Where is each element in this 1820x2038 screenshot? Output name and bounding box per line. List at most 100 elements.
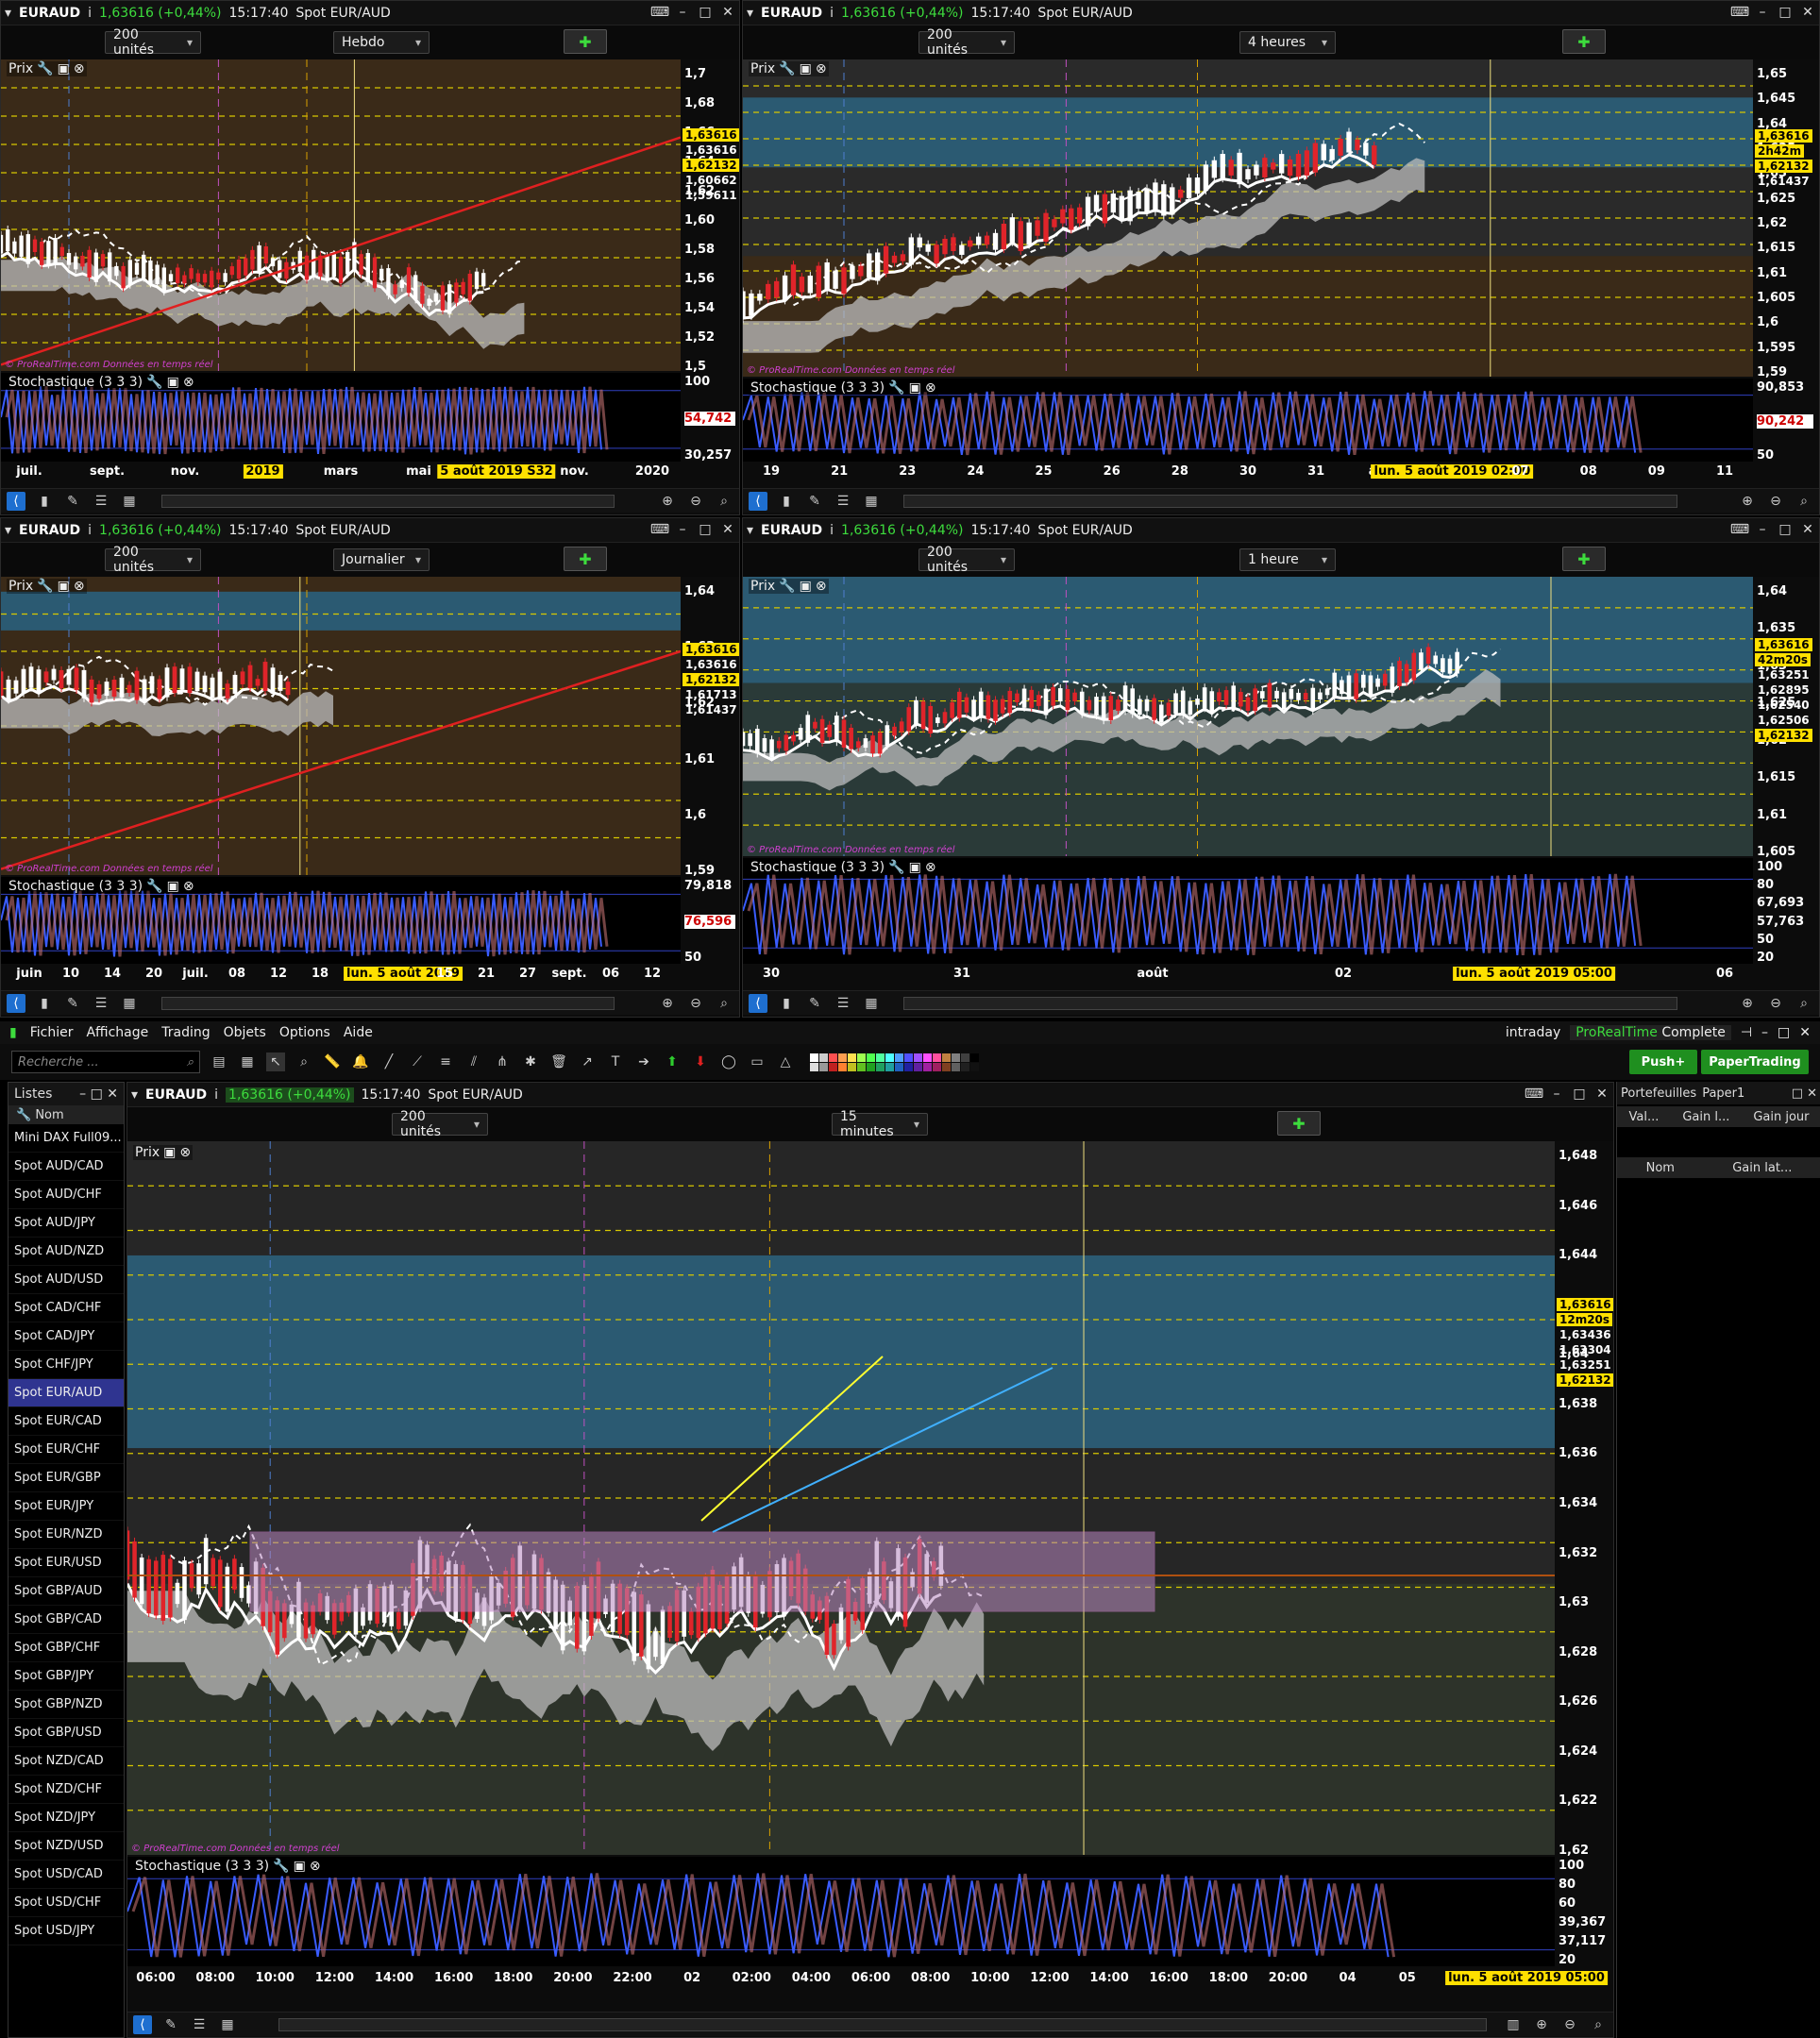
info-icon[interactable]: ⅰ [214, 1087, 218, 1103]
watchlist-item[interactable]: Spot AUD/CHF [8, 1181, 124, 1209]
watchlist-item[interactable]: Spot AUD/USD [8, 1266, 124, 1294]
watchlist-item[interactable]: Spot GBP/CAD [8, 1606, 124, 1634]
time-scrollbar[interactable] [161, 495, 615, 508]
channel-tool-icon[interactable]: ⫽ [464, 1053, 483, 1071]
watchlist-item[interactable]: Spot GBP/JPY [8, 1662, 124, 1691]
zoom-reset-icon[interactable]: ⌕ [715, 492, 733, 511]
units-select[interactable]: 200 unités [392, 1109, 488, 1139]
zoom-reset-icon[interactable]: ⌕ [1795, 994, 1813, 1013]
watchlist-item[interactable]: Spot NZD/CAD [8, 1747, 124, 1776]
watchlist-item[interactable]: Spot USD/CHF [8, 1889, 124, 1917]
watchlist-item[interactable]: Spot AUD/JPY [8, 1209, 124, 1238]
zoom-reset-icon[interactable]: ⌕ [1589, 2015, 1608, 2034]
minimize-icon[interactable]: – [1547, 1085, 1566, 1103]
paper-tab[interactable]: Paper1 [1702, 1086, 1744, 1101]
arrow-right-icon[interactable]: ➔ [634, 1053, 653, 1071]
maximize-icon[interactable]: □ [1570, 1085, 1589, 1103]
minimize-icon[interactable]: – [1753, 520, 1772, 539]
zoom-out-icon[interactable]: ⊖ [1766, 994, 1785, 1013]
zoom-reset-icon[interactable]: ⌕ [715, 994, 733, 1013]
units-select[interactable]: 200 unités [105, 27, 201, 58]
fib-tool-icon[interactable]: ≡ [436, 1053, 455, 1071]
maximize-icon[interactable]: □ [696, 520, 715, 539]
watchlist-item[interactable]: Spot GBP/NZD [8, 1691, 124, 1719]
add-indicator-button[interactable]: ✚ [564, 29, 607, 54]
keyboard-icon[interactable]: ⌨ [1525, 1085, 1543, 1103]
grid-icon[interactable]: ▦ [120, 492, 139, 511]
portfolio-tab[interactable]: Portefeuilles [1621, 1086, 1696, 1101]
draw-icon[interactable]: ✎ [805, 492, 824, 511]
layout-icon[interactable]: ▮ [35, 492, 54, 511]
time-axis[interactable]: juil. sept. nov. 2019 mars mai 5 août 2019 S32… [1, 462, 681, 484]
window-titlebar[interactable]: ▾ EURAUD ⅰ 1,63616 (+0,44%) 15:17:40 Spo… [1, 518, 739, 543]
zoom-icon[interactable]: ⌕ [295, 1053, 313, 1071]
info-icon[interactable]: ⅰ [830, 523, 834, 538]
close-icon[interactable]: ✕ [1798, 520, 1817, 539]
push-button[interactable]: Push+ [1629, 1050, 1697, 1074]
close-icon[interactable]: ✕ [718, 3, 737, 22]
layout-icon[interactable]: ▮ [777, 492, 796, 511]
add-indicator-button[interactable]: ✚ [564, 547, 607, 571]
arrow-up-green-icon[interactable]: ⬆ [663, 1053, 682, 1071]
minimize-icon[interactable]: – [1753, 3, 1772, 22]
triangle-tool-icon[interactable]: △ [776, 1053, 795, 1071]
list-icon[interactable]: ☰ [92, 492, 110, 511]
price-chart[interactable]: © ProRealTime.com Données en temps réel [1, 577, 681, 875]
layout-icon[interactable]: ▮ [35, 994, 54, 1013]
minimize-icon[interactable]: – [673, 520, 692, 539]
share-icon[interactable]: ⟨ [7, 993, 25, 1013]
time-axis[interactable]: 192123242526283031aoûtlun. 5 août 2019 0… [743, 462, 1753, 484]
screener-icon[interactable]: ▤ [210, 1053, 228, 1071]
arrow-down-red-icon[interactable]: ⬇ [691, 1053, 710, 1071]
layout-icon[interactable]: ▮ [777, 994, 796, 1013]
color-palette[interactable] [810, 1053, 979, 1071]
watchlist-column-header[interactable]: 🔧 Nom [8, 1105, 124, 1124]
watchlist-item[interactable]: Spot CAD/CHF [8, 1294, 124, 1322]
watchlist-item[interactable]: Spot EUR/AUD [8, 1379, 124, 1407]
dropdown-icon[interactable]: ▾ [5, 523, 11, 538]
minimize-icon[interactable]: – [1761, 1025, 1768, 1040]
units-select[interactable]: 200 unités [918, 27, 1015, 58]
timeframe-select[interactable]: Journalier [333, 548, 430, 571]
units-select[interactable]: 200 unités [105, 545, 201, 575]
window-titlebar[interactable]: ▾ EURAUD ⅰ 1,63616 (+0,44%) 15:17:40 Spo… [743, 518, 1819, 543]
share-icon[interactable]: ⟨ [133, 2014, 152, 2034]
time-axis[interactable]: 30 31 août 02 lun. 5 août 2019 05:00 06 [743, 964, 1753, 986]
watchlist-item[interactable]: Spot CHF/JPY [8, 1351, 124, 1379]
draw-icon[interactable]: ✎ [805, 994, 824, 1013]
search-input[interactable]: Recherche ... ⌕ [11, 1051, 200, 1073]
zoom-out-icon[interactable]: ⊖ [686, 492, 705, 511]
price-axis[interactable]: 1,641,6351,631,6251,621,6151,611,6051,63… [1753, 577, 1817, 859]
watchlist-item[interactable]: Spot GBP/AUD [8, 1577, 124, 1606]
zoom-out-icon[interactable]: ⊖ [686, 994, 705, 1013]
ray-tool-icon[interactable]: ⟋ [408, 1053, 427, 1071]
dropdown-icon[interactable]: ▾ [747, 523, 753, 538]
dropdown-icon[interactable]: ▾ [5, 6, 11, 21]
time-scrollbar[interactable] [278, 2018, 1487, 2031]
scanner-icon[interactable]: ▦ [238, 1053, 257, 1071]
maximize-icon[interactable]: □ [696, 3, 715, 22]
trash-icon[interactable]: 🗑 [549, 1053, 568, 1071]
menu-options[interactable]: Options [279, 1025, 330, 1040]
watchlist-item[interactable]: Spot EUR/CAD [8, 1407, 124, 1436]
time-scrollbar[interactable] [903, 997, 1677, 1010]
dropdown-icon[interactable]: ▾ [747, 6, 753, 21]
share-icon[interactable]: ⟨ [7, 491, 25, 511]
keyboard-icon[interactable]: ⌨ [1730, 3, 1749, 22]
units-select[interactable]: 200 unités [918, 545, 1015, 575]
panel-controls-icon[interactable]: – □ ✕ [79, 1086, 118, 1102]
menu-aide[interactable]: Aide [344, 1025, 373, 1040]
list-icon[interactable]: ☰ [190, 2015, 209, 2034]
price-axis[interactable]: 1,651,6451,641,6351,631,6251,621,6151,61… [1753, 59, 1817, 379]
grid-icon[interactable]: ▦ [862, 492, 881, 511]
add-indicator-button[interactable]: ✚ [1562, 547, 1606, 571]
time-scrollbar[interactable] [161, 997, 615, 1010]
window-titlebar[interactable]: ▾ EURAUD ⅰ 1,63616 (+0,44%) 15:17:40 Spo… [743, 1, 1819, 25]
price-axis[interactable]: 1,71,681,661,641,621,601,581,561,541,521… [681, 59, 739, 374]
add-indicator-button[interactable]: ✚ [1277, 1111, 1321, 1136]
list-icon[interactable]: ☰ [834, 994, 852, 1013]
close-icon[interactable]: □ ✕ [1792, 1086, 1817, 1101]
keyboard-icon[interactable]: ⌨ [1730, 520, 1749, 539]
portfolio-columns[interactable]: Val... Gain l... Gain jour [1617, 1106, 1820, 1127]
zoom-out-icon[interactable]: ⊖ [1560, 2015, 1579, 2034]
